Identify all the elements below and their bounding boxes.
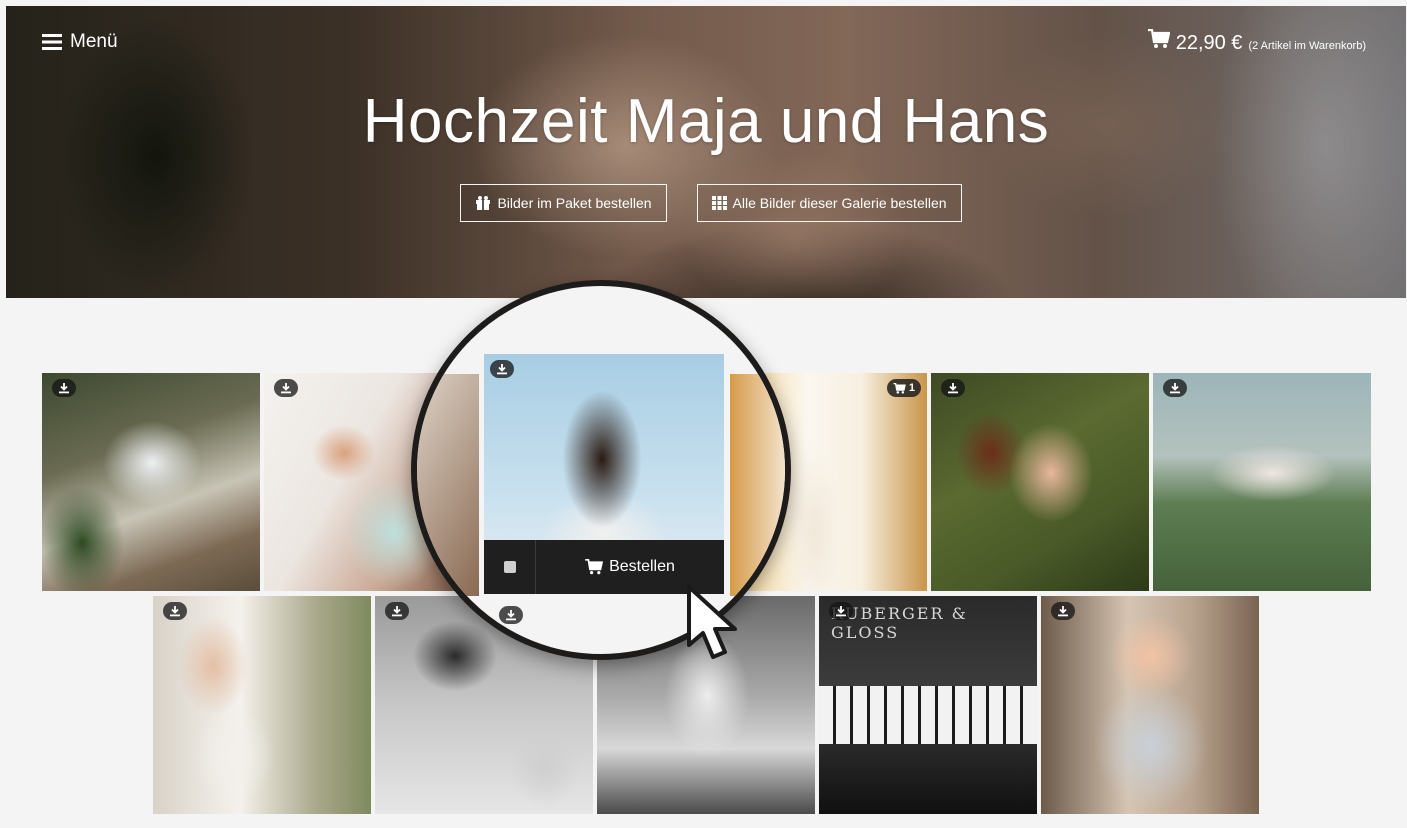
download-icon[interactable] xyxy=(1051,602,1075,620)
download-icon[interactable] xyxy=(274,379,298,397)
cart-icon xyxy=(585,559,604,575)
pointer-cursor-icon xyxy=(687,585,737,659)
magnified-gallery-photo[interactable]: Bestellen xyxy=(484,354,724,594)
piano-brand: RUBERGER & GLOSS xyxy=(831,604,968,642)
gift-icon xyxy=(476,196,491,210)
download-icon[interactable] xyxy=(829,602,853,620)
cart-count: (2 Artikel im Warenkorb) xyxy=(1248,40,1366,52)
in-cart-badge: 1 xyxy=(886,379,921,397)
order-all-button[interactable]: Alle Bilder dieser Galerie bestellen xyxy=(696,184,962,222)
cart-summary[interactable]: 22,90 € (2 Artikel im Warenkorb) xyxy=(1147,29,1366,55)
magnified-neighbor-photo xyxy=(417,374,479,596)
download-icon[interactable] xyxy=(385,602,409,620)
gallery-photo[interactable] xyxy=(42,373,260,591)
gallery-photo[interactable] xyxy=(1041,596,1259,814)
hero-actions: Bilder im Paket bestellen Alle Bilder di… xyxy=(6,184,1406,222)
download-icon[interactable] xyxy=(499,606,523,624)
select-checkbox[interactable] xyxy=(484,540,536,594)
cart-icon xyxy=(1147,29,1170,48)
cart-amount: 22,90 € xyxy=(1175,32,1243,54)
download-icon[interactable] xyxy=(1163,379,1187,397)
grid-icon xyxy=(711,196,727,210)
hero-banner: Menü 22,90 € (2 Artikel im Warenkorb) Ho… xyxy=(6,6,1406,298)
cart-icon xyxy=(893,382,906,394)
download-icon[interactable] xyxy=(490,360,514,378)
order-package-label: Bilder im Paket bestellen xyxy=(497,195,652,211)
download-icon[interactable] xyxy=(163,602,187,620)
menu-button[interactable]: Menü xyxy=(42,31,118,53)
order-package-button[interactable]: Bilder im Paket bestellen xyxy=(460,184,667,222)
checkbox-box xyxy=(503,561,516,573)
order-button-label: Bestellen xyxy=(609,558,675,575)
download-icon[interactable] xyxy=(52,379,76,397)
download-icon[interactable] xyxy=(941,379,965,397)
piano-base xyxy=(819,744,1037,814)
gallery-photo[interactable] xyxy=(931,373,1149,591)
gallery-photo[interactable]: RUBERGER & GLOSS xyxy=(819,596,1037,814)
gallery-title: Hochzeit Maja und Hans xyxy=(362,87,1050,156)
magnified-neighbor-photo xyxy=(730,374,785,596)
menu-label: Menü xyxy=(70,31,118,52)
hamburger-icon xyxy=(42,34,62,50)
gallery-photo[interactable] xyxy=(1153,373,1371,591)
order-all-label: Alle Bilder dieser Galerie bestellen xyxy=(732,195,947,211)
gallery-photo[interactable] xyxy=(153,596,371,814)
in-cart-count: 1 xyxy=(908,382,915,394)
